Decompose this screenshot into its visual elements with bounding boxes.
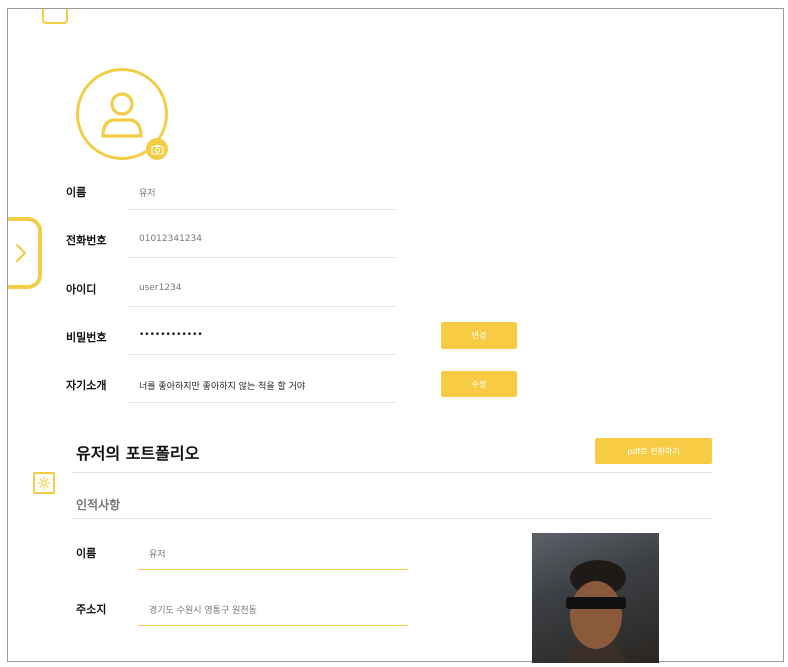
sidebar-expand-handle[interactable] [8, 217, 42, 289]
phone-value: 01012341234 [139, 234, 202, 244]
portfolio-row-name: 이름 유저 [76, 545, 416, 585]
portfolio-divider [72, 472, 712, 473]
intro-value: 너를 좋아하지만 좋아하지 않는 척을 할 거야 [139, 382, 306, 392]
profile-row-phone: 전화번호 01012341234 [66, 232, 396, 280]
convert-pdf-button[interactable]: pdf로 변환하기 [595, 438, 712, 464]
password-label: 비밀번호 [66, 331, 107, 344]
user-icon [101, 92, 143, 138]
divider [128, 402, 396, 403]
camera-icon[interactable] [146, 138, 168, 160]
name-value: 유저 [139, 189, 156, 199]
gear-glyph [37, 476, 51, 490]
intro-label: 자기소개 [66, 379, 107, 392]
portrait-image [565, 560, 627, 663]
name-label: 이름 [66, 186, 87, 199]
pf-address-label: 주소지 [76, 603, 107, 616]
portfolio-photo [532, 533, 659, 663]
personal-info-heading: 인적사항 [76, 498, 121, 512]
divider [128, 257, 396, 258]
profile-row-name: 이름 유저 [66, 184, 396, 232]
profile-row-intro: 자기소개 너를 좋아하지만 좋아하지 않는 척을 할 거야 [66, 377, 396, 425]
change-password-button[interactable]: 변경 [441, 322, 517, 349]
underline [138, 569, 408, 570]
edit-intro-button[interactable]: 수정 [441, 371, 517, 397]
chevron-right-icon [15, 243, 27, 263]
pf-name-label: 이름 [76, 547, 97, 560]
top-tab[interactable] [42, 9, 68, 24]
underline [138, 625, 408, 626]
id-label: 아이디 [66, 283, 97, 296]
portfolio-title: 유저의 포트폴리오 [76, 444, 200, 463]
profile-row-id: 아이디 user1234 [66, 281, 396, 329]
pf-address-value: 경기도 수원시 영통구 원천동 [149, 606, 257, 616]
divider [128, 354, 396, 355]
gear-icon[interactable] [33, 472, 55, 494]
password-value: •••••••••••• [139, 330, 203, 340]
phone-label: 전화번호 [66, 234, 107, 247]
section-divider [72, 518, 712, 519]
pf-name-value: 유저 [149, 550, 166, 560]
camera-glyph [150, 144, 164, 155]
profile-row-password: 비밀번호 •••••••••••• [66, 329, 396, 377]
portfolio-row-address: 주소지 경기도 수원시 영통구 원천동 [76, 601, 416, 641]
divider [128, 209, 396, 210]
id-value: user1234 [139, 283, 182, 293]
divider [128, 306, 396, 307]
